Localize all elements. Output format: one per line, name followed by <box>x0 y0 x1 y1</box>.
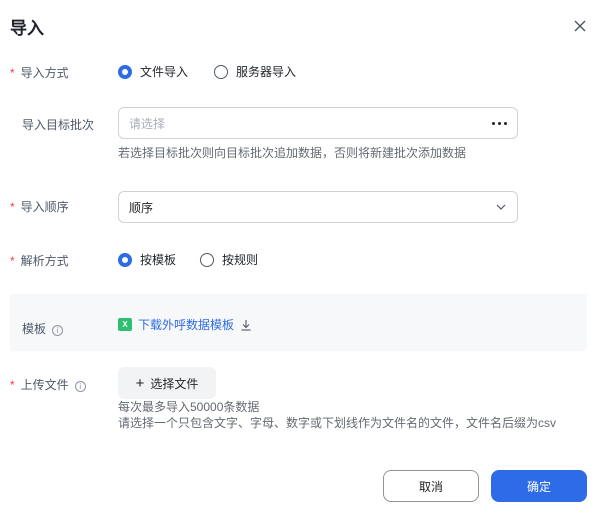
parse-method-radio-group: 按模板 按规则 <box>118 251 284 268</box>
import-dialog: 导入 * 导入方式 文件导入 服务器导入 导入目标批次 请选择 若选择目标批次则向… <box>0 0 599 517</box>
dialog-title: 导入 <box>10 19 44 38</box>
radio-checked-icon <box>118 252 132 267</box>
import-order-value: 顺序 <box>129 200 154 215</box>
download-icon <box>241 319 251 331</box>
import-method-radio-group: 文件导入 服务器导入 <box>118 63 322 80</box>
upload-hint-limit: 每次最多导入50000条数据 <box>118 400 260 414</box>
radio-checked-icon <box>118 64 132 79</box>
template-section <box>10 294 587 351</box>
choose-file-button[interactable]: + 选择文件 <box>118 367 216 399</box>
radio-by-rule[interactable]: 按规则 <box>200 251 258 268</box>
radio-server-import[interactable]: 服务器导入 <box>214 63 296 80</box>
radio-file-import[interactable]: 文件导入 <box>118 63 188 80</box>
confirm-button[interactable]: 确定 <box>491 470 587 502</box>
more-icon[interactable] <box>492 121 507 125</box>
close-icon[interactable] <box>569 15 591 37</box>
cancel-button[interactable]: 取消 <box>383 470 479 502</box>
target-batch-input[interactable]: 请选择 <box>118 107 518 139</box>
upload-hint-filename: 请选择一个只包含文字、字母、数字或下划线作为文件名的文件，文件名后缀为csv <box>118 416 557 430</box>
target-batch-hint: 若选择目标批次则向目标批次追加数据，否则将新建批次添加数据 <box>118 146 467 160</box>
import-order-select[interactable]: 顺序 <box>118 191 518 223</box>
import-method-label: * 导入方式 <box>10 66 69 80</box>
target-batch-label: 导入目标批次 <box>22 118 95 132</box>
download-template-link[interactable]: X 下载外呼数据模板 <box>118 316 252 333</box>
plus-icon: + <box>135 374 145 392</box>
info-icon[interactable]: i <box>74 381 86 392</box>
chevron-down-icon <box>496 204 506 210</box>
radio-unchecked-icon <box>200 252 215 267</box>
radio-by-template[interactable]: 按模板 <box>118 251 176 268</box>
import-order-label: * 导入顺序 <box>10 200 69 214</box>
parse-method-label: * 解析方式 <box>10 254 69 268</box>
required-mark: * <box>10 66 15 80</box>
template-label: 模板 i <box>22 320 64 337</box>
radio-unchecked-icon <box>214 64 229 79</box>
upload-file-label: * 上传文件 i <box>10 376 86 393</box>
target-batch-placeholder: 请选择 <box>129 116 166 131</box>
download-template-text: 下载外呼数据模板 <box>138 318 235 332</box>
info-icon[interactable]: i <box>52 325 64 336</box>
excel-file-icon: X <box>118 318 132 331</box>
